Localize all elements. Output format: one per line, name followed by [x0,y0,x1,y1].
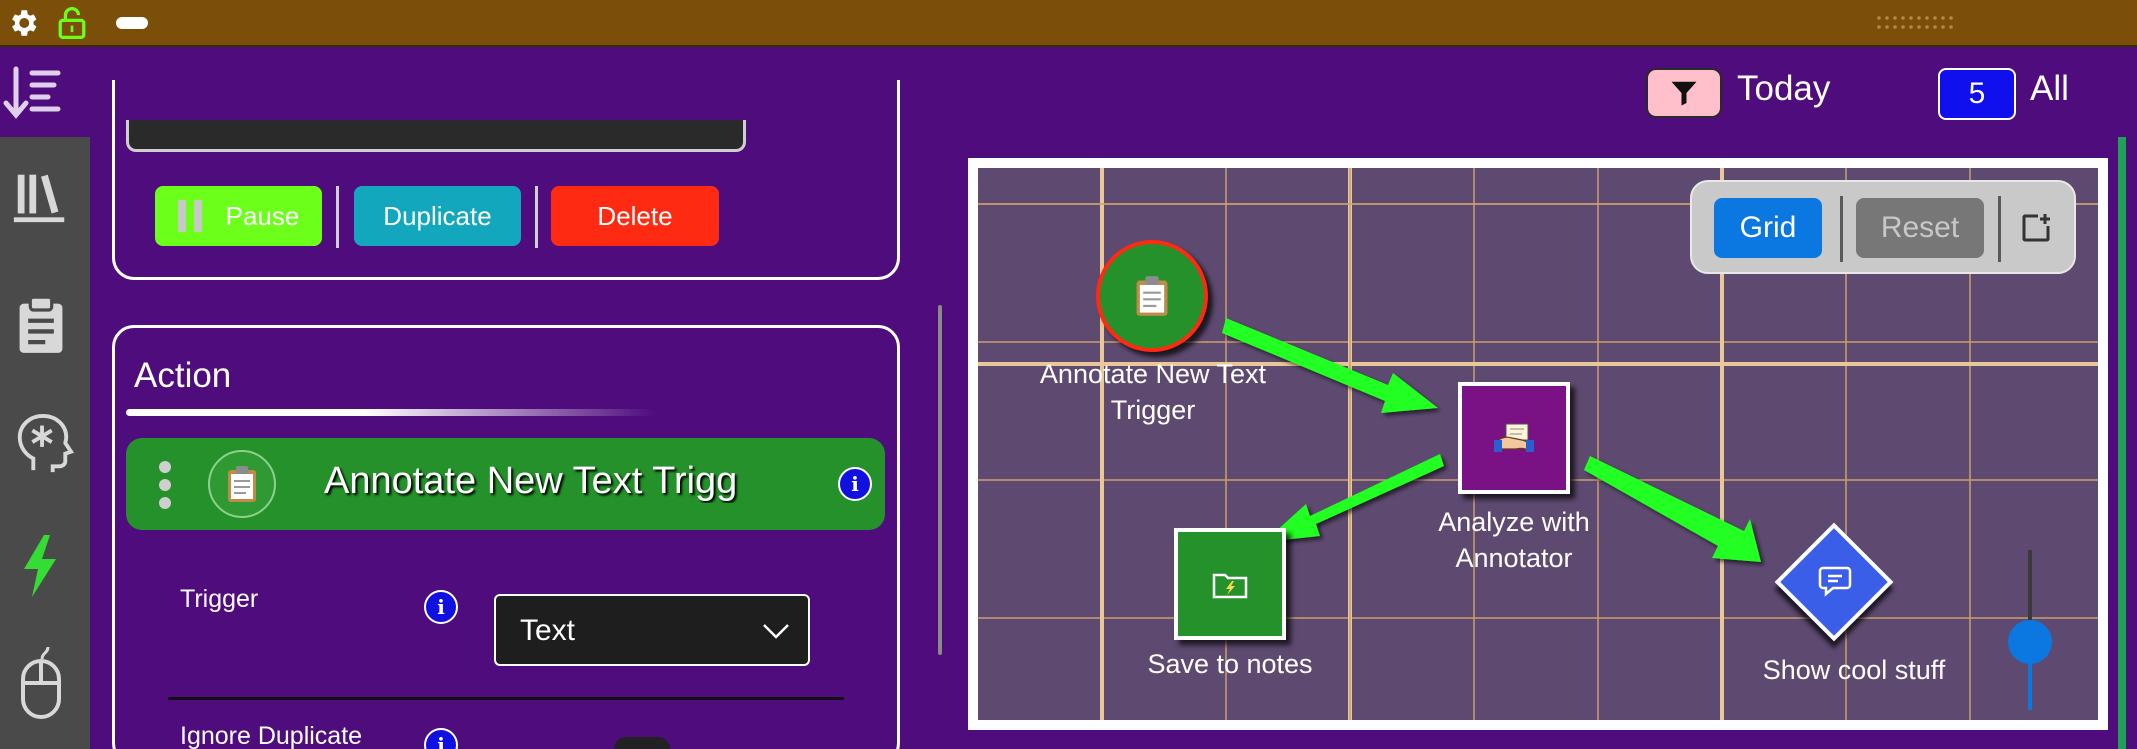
action-item-icon [208,450,276,518]
drag-handle-dots-icon[interactable] [1876,14,1960,32]
rail-item-library[interactable] [10,165,80,235]
node-trigger-label-text: Annotate New Text Trigger [1039,359,1267,425]
trigger-label: Trigger [180,585,259,613]
ignore-duplicate-label: Ignore Duplicate [180,722,363,749]
button-divider [336,186,339,248]
handshake-note-icon [1494,423,1534,452]
delete-button[interactable]: Delete [551,186,719,246]
node-trigger-label: Annotate New Text Trigger [1028,356,1278,428]
mouse-icon [21,646,61,719]
lightning-bolt-icon [24,535,56,597]
text-input-bottom[interactable] [126,120,746,152]
chat-bubble-icon [1818,566,1852,597]
clipboard-emoji-icon [228,466,256,502]
folder-battery-icon [1212,573,1248,599]
pill-indicator-icon[interactable] [116,17,148,29]
gear-icon[interactable] [6,6,40,40]
system-bar [0,0,2137,45]
node-save-label: Save to notes [1147,649,1313,679]
node-trigger[interactable] [1096,240,1208,352]
right-edge-indicator [2118,137,2126,749]
scrollbar[interactable] [938,305,942,655]
head-asterisk-icon [17,413,75,473]
chevron-down-icon [763,624,789,639]
action-title: Action [134,356,232,395]
count-label[interactable]: All [2030,69,2069,109]
grid-button[interactable]: Grid [1714,198,1822,258]
reset-button[interactable]: Reset [1856,198,1984,258]
info-icon[interactable]: i [838,467,872,501]
node-save[interactable] [1174,528,1286,640]
pause-label: Pause [225,200,300,231]
rail-item-mouse[interactable] [18,645,72,725]
pause-icon [177,200,186,232]
library-books-icon [13,174,65,223]
ignore-duplicate-toggle[interactable] [614,737,670,749]
button-divider [535,186,538,248]
clipboard-emoji-icon [1136,276,1168,316]
add-window-icon[interactable] [2020,212,2052,244]
flow-canvas[interactable]: Grid Reset Annotate New Text Trigger Ana… [968,158,2108,730]
controls-card [112,80,900,280]
trigger-info-icon[interactable]: i [424,590,458,624]
rail-item-ai[interactable] [12,412,78,478]
node-show-label: Show cool stuff [1762,655,1946,685]
trigger-select[interactable]: Text [494,594,810,666]
toolbar-divider [1998,196,2001,262]
funnel-icon [1671,81,1697,106]
duplicate-button[interactable]: Duplicate [354,186,521,246]
node-analyze-label: Analyze with Annotator [1384,504,1644,576]
unlocked-padlock-icon[interactable] [56,6,88,40]
action-item-bar[interactable]: Annotate New Text Trigg i [126,438,885,530]
drag-handle-icon[interactable] [158,460,172,510]
field-divider [168,697,844,700]
rail-item-automations[interactable] [20,535,70,601]
node-analyze[interactable] [1458,382,1570,494]
filter-label[interactable]: Today [1737,69,1830,109]
toolbar-divider [1840,196,1843,262]
clipboard-icon [19,295,63,353]
title-underline [126,409,656,416]
pause-icon-bar [193,200,202,232]
trigger-select-value: Text [520,614,576,647]
count-badge[interactable]: 5 [1938,68,2016,120]
pause-button[interactable]: Pause [155,186,322,246]
left-rail [0,137,90,749]
node-analyze-label-text: Analyze with Annotator [1438,507,1590,573]
action-item-title: Annotate New Text Trigg [324,460,738,502]
sort-descending-icon[interactable] [2,65,62,121]
filter-button[interactable] [1646,68,1722,118]
rail-item-clipboard[interactable] [14,295,76,357]
zoom-slider-handle[interactable] [2008,620,2052,664]
